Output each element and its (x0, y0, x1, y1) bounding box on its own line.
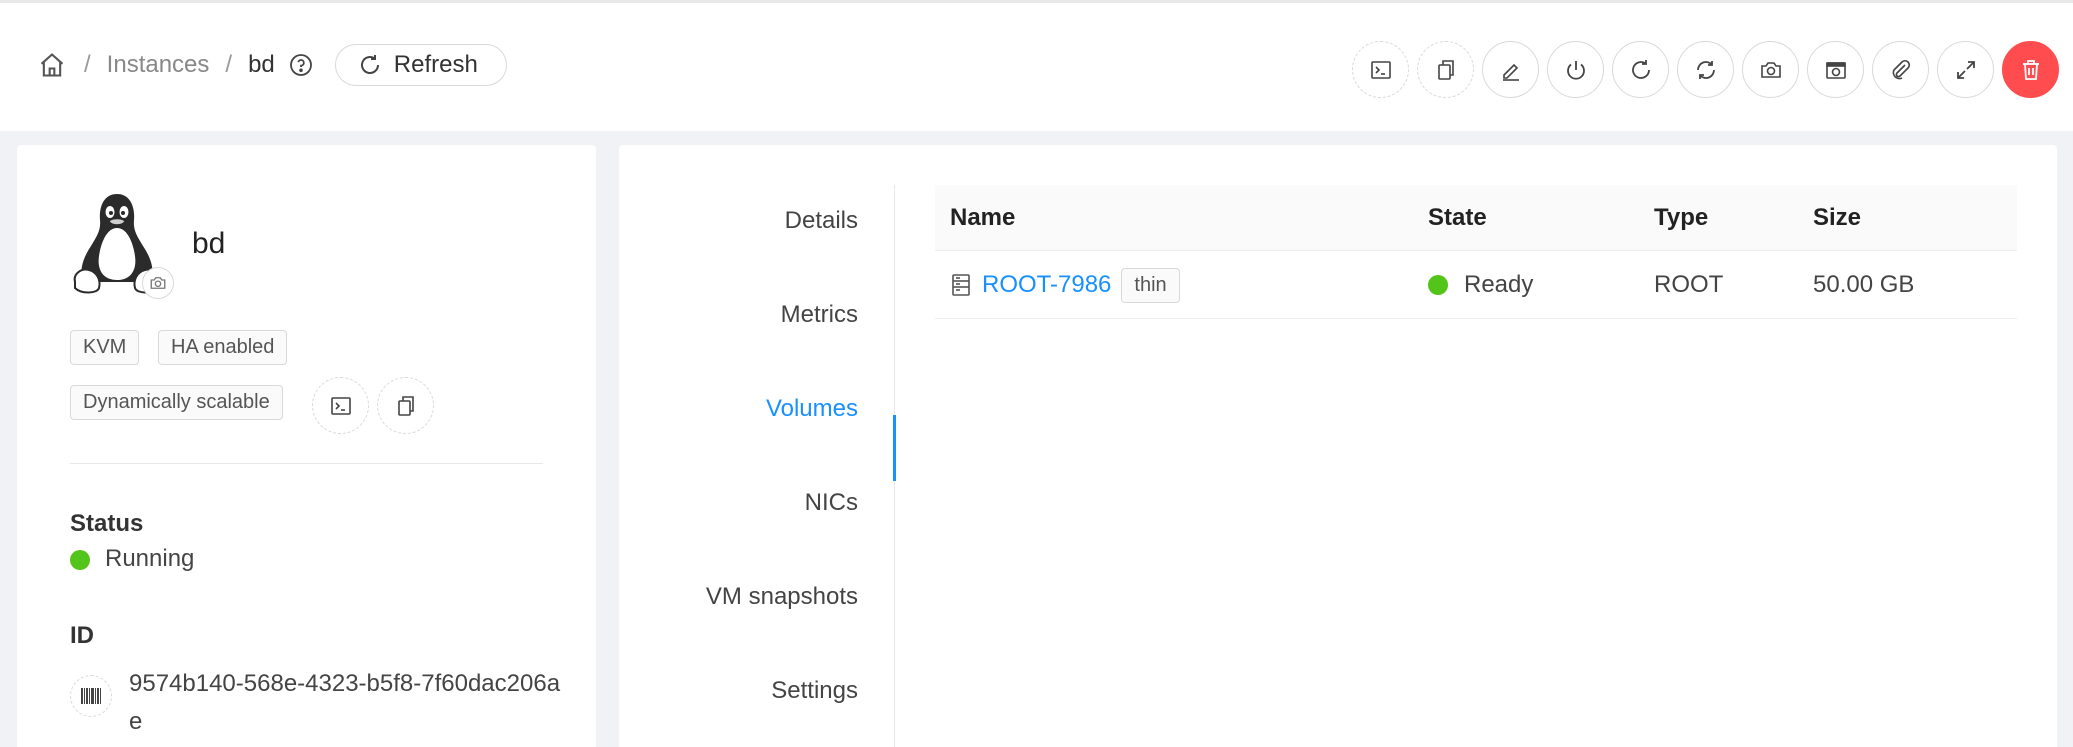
active-tab-indicator (893, 415, 896, 481)
breadcrumb-separator: / (84, 51, 91, 78)
instance-tabs-card: Details Metrics Volumes NICs VM snapshot… (619, 145, 2057, 747)
tab-details[interactable]: Details (785, 207, 858, 235)
change-avatar-button[interactable] (142, 267, 174, 299)
barcode-icon (81, 688, 101, 704)
volume-name-link[interactable]: ROOT-7986 (982, 271, 1111, 299)
breadcrumb-instances-link[interactable]: Instances (107, 51, 210, 79)
reinstall-button[interactable] (1677, 41, 1734, 98)
tab-settings[interactable]: Settings (771, 677, 858, 705)
hypervisor-tag: KVM (70, 330, 140, 365)
vm-snapshot-icon (1825, 61, 1846, 79)
refresh-label: Refresh (393, 51, 478, 78)
attach-iso-button[interactable] (1872, 41, 1929, 98)
take-snapshot-button[interactable] (1742, 41, 1799, 98)
edit-icon (1502, 63, 1519, 81)
refresh-button[interactable]: Refresh (334, 44, 507, 86)
stop-button[interactable] (1547, 41, 1604, 98)
power-icon (1566, 60, 1585, 80)
volume-icon (952, 274, 970, 296)
copy-console-url-button[interactable] (377, 377, 434, 434)
delete-icon (2022, 59, 2039, 80)
tab-vm-snapshots[interactable]: VM snapshots (706, 583, 858, 611)
volume-size: 50.00 GB (1813, 271, 1915, 298)
volume-state: Ready (1464, 271, 1534, 298)
tab-metrics[interactable]: Metrics (781, 301, 858, 329)
instance-id-value: 9574b140-568e-4323-b5f8-7f60dac206ae (129, 670, 561, 735)
volume-state-cell: Ready (1428, 251, 1533, 319)
instance-name: bd (192, 227, 226, 260)
scale-icon (1956, 60, 1975, 79)
snapshot-camera-icon (1760, 61, 1781, 78)
scale-button[interactable] (1937, 41, 1994, 98)
id-label: ID (70, 622, 94, 649)
status-indicator (70, 550, 90, 570)
volume-type: ROOT (1654, 271, 1724, 298)
breadcrumb-current: bd (248, 51, 275, 78)
reboot-icon (1631, 59, 1650, 79)
vm-snapshot-button[interactable] (1807, 41, 1864, 98)
reinstall-icon (1696, 60, 1715, 79)
state-indicator (1428, 275, 1448, 295)
column-header-type[interactable]: Type (1654, 185, 1708, 251)
console-icon (1370, 60, 1391, 79)
copy-console-url-button[interactable] (1417, 41, 1474, 98)
volumes-table: Name State Type Size ROOT-7986 thin Read… (935, 185, 2017, 319)
page-header: / Instances / bd Refresh (0, 0, 2073, 131)
ha-tag: HA enabled (158, 330, 288, 365)
tab-nics[interactable]: NICs (805, 489, 858, 517)
camera-icon (150, 277, 166, 289)
tab-list: Details Metrics Volumes NICs VM snapshot… (619, 185, 896, 747)
table-row: ROOT-7986 thin Ready ROOT 50.00 GB (935, 251, 2017, 319)
console-icon (330, 396, 351, 415)
attach-iso-icon (1892, 59, 1910, 79)
instance-toolbar (1344, 41, 2059, 98)
volume-name-cell: ROOT-7986 thin (950, 251, 1180, 319)
status-label: Status (70, 510, 144, 537)
console-button[interactable] (1352, 41, 1409, 98)
tab-volumes[interactable]: Volumes (766, 395, 858, 423)
copy-icon (1437, 59, 1454, 80)
breadcrumb: / Instances / bd Refresh (36, 43, 507, 87)
console-button[interactable] (312, 377, 369, 434)
table-header: Name State Type Size (935, 185, 2017, 251)
copy-icon (397, 395, 414, 416)
section-divider (70, 463, 543, 464)
breadcrumb-separator: / (225, 51, 233, 78)
reboot-button[interactable] (1612, 41, 1669, 98)
status-value: Running (105, 545, 195, 572)
provisioning-tag: thin (1121, 267, 1180, 303)
edit-button[interactable] (1482, 41, 1539, 98)
reload-icon (360, 55, 379, 74)
home-icon[interactable] (36, 49, 68, 81)
instance-info-card: bd KVM HA enabled Dynamically scalable S… (17, 145, 596, 747)
question-circle-icon[interactable] (289, 53, 313, 77)
copy-id-button[interactable] (70, 675, 112, 717)
dynamic-scaling-tag: Dynamically scalable (70, 385, 283, 420)
column-header-size[interactable]: Size (1813, 185, 1861, 251)
column-header-name[interactable]: Name (950, 185, 1015, 251)
destroy-button[interactable] (2002, 41, 2059, 98)
column-header-state[interactable]: State (1428, 185, 1487, 251)
